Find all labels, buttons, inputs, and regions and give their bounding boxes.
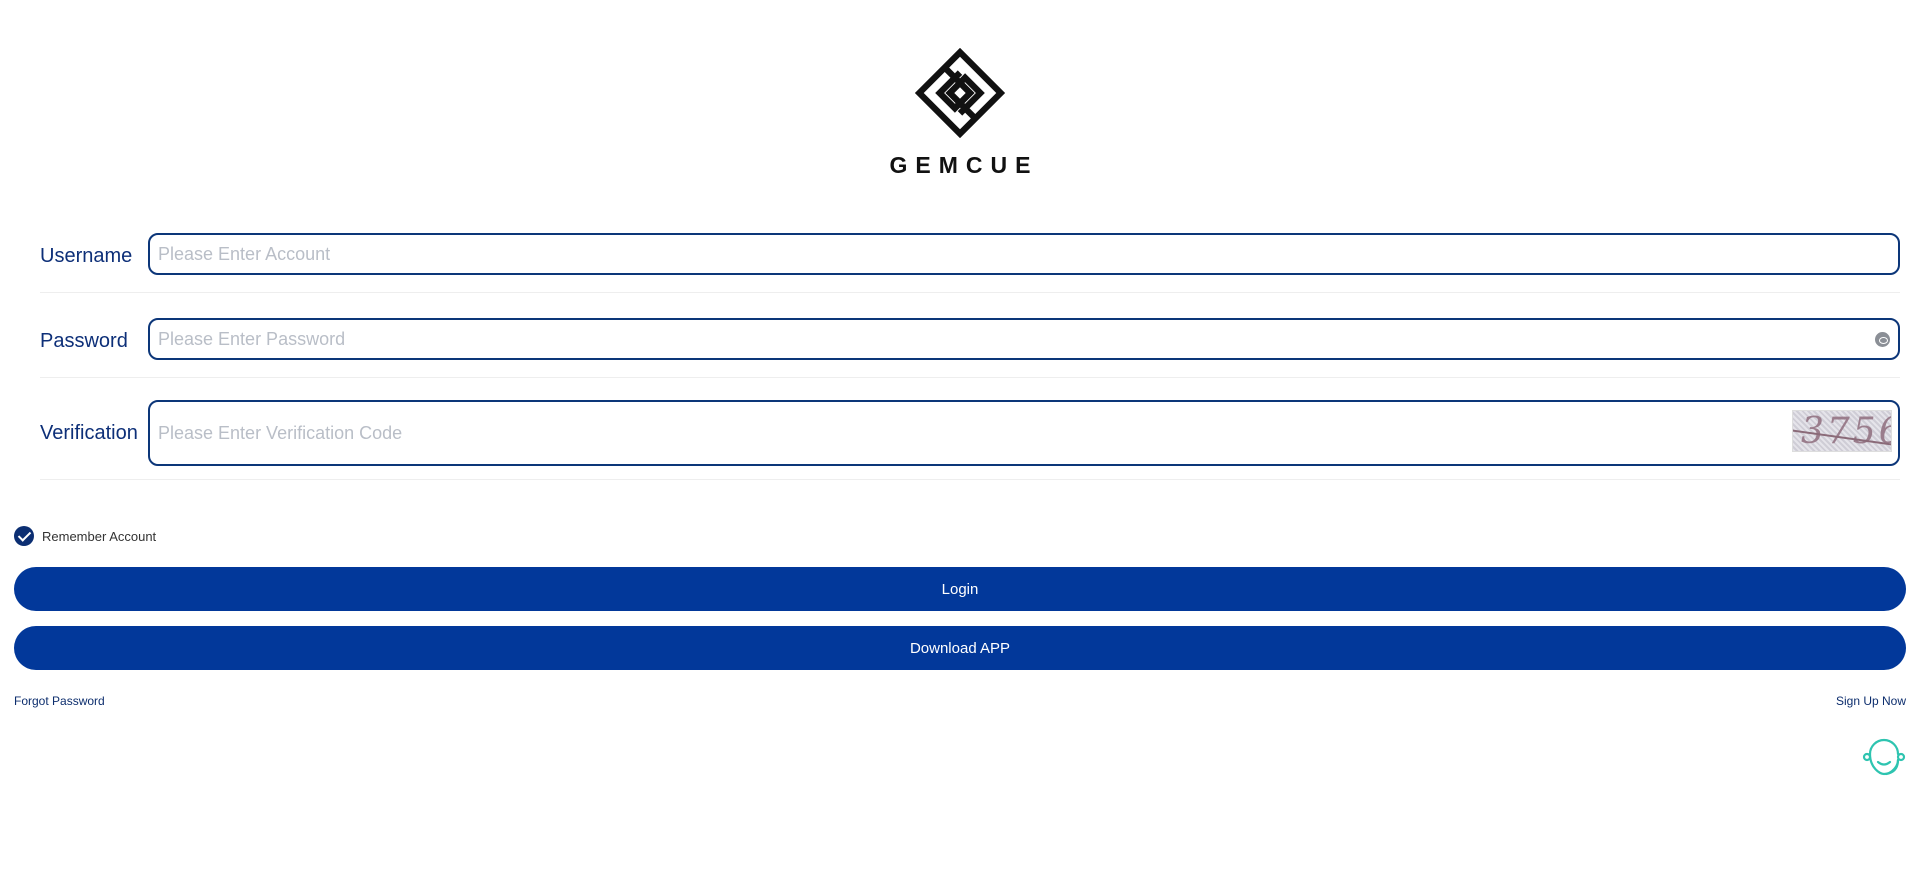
brand-name: GEMCUE <box>889 152 1039 178</box>
gemcue-logo-icon <box>915 48 1005 138</box>
password-input-wrap <box>148 318 1900 360</box>
verification-input-wrap: 3756 <box>148 400 1900 466</box>
password-input[interactable] <box>150 320 1898 358</box>
check-icon <box>14 526 34 546</box>
download-app-button[interactable]: Download APP <box>14 626 1906 670</box>
sign-up-link[interactable]: Sign Up Now <box>1836 694 1906 708</box>
verification-label: Verification Code <box>40 422 140 444</box>
brand-header: GEMCUE <box>0 48 1920 179</box>
verification-input[interactable] <box>150 402 1898 464</box>
username-row: Username <box>40 233 1900 293</box>
captcha-text: 3756 <box>1801 411 1891 452</box>
eye-icon[interactable] <box>1875 332 1890 347</box>
forgot-password-link[interactable]: Forgot Password <box>14 694 105 708</box>
username-input[interactable] <box>150 235 1898 273</box>
remember-account-label: Remember Account <box>42 528 157 544</box>
captcha-image[interactable]: 3756 <box>1792 410 1892 452</box>
password-label: Password <box>40 330 128 352</box>
password-row: Password <box>40 318 1900 378</box>
remember-account-checkbox[interactable]: Remember Account <box>14 526 156 546</box>
username-label: Username <box>40 245 133 267</box>
login-button[interactable]: Login <box>14 567 1906 611</box>
verification-row: Verification Code 3756 <box>40 400 1900 480</box>
username-input-wrap <box>148 233 1900 275</box>
customer-service-icon[interactable] <box>1862 732 1906 778</box>
